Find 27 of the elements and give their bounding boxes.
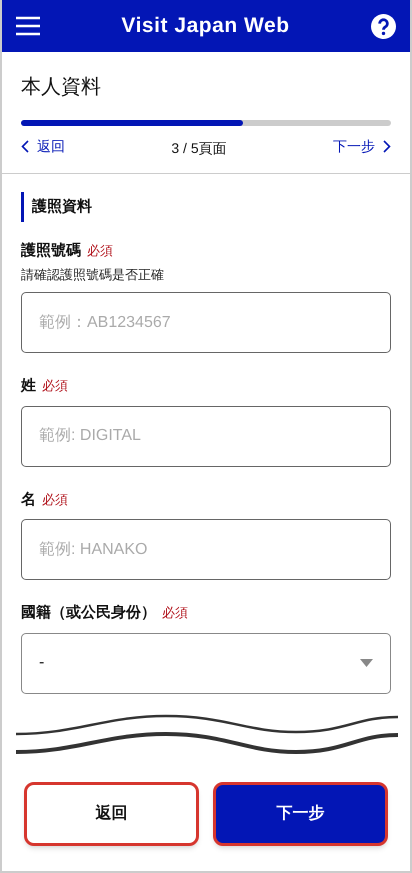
page-indicator: 3 / 5頁面 bbox=[171, 139, 227, 158]
chevron-right-icon bbox=[383, 140, 391, 153]
input-field[interactable]: 範例：AB1234567 bbox=[21, 292, 391, 353]
back-link[interactable]: 返回 bbox=[21, 136, 65, 157]
menu-icon[interactable] bbox=[16, 16, 40, 36]
next-link[interactable]: 下一步 bbox=[333, 136, 391, 157]
back-button[interactable]: 返回 bbox=[24, 782, 199, 846]
section-title: 護照資料 bbox=[32, 196, 92, 217]
select-field[interactable]: - bbox=[21, 632, 391, 694]
section-marker bbox=[21, 192, 24, 222]
field-label: 國籍（或公民身份） bbox=[21, 603, 156, 623]
input-field[interactable]: 範例: DIGITAL bbox=[21, 406, 391, 466]
chevron-left-icon bbox=[21, 140, 29, 153]
required-tag: 必須 bbox=[42, 376, 68, 396]
required-tag: 必須 bbox=[87, 241, 113, 260]
dropdown-caret-icon bbox=[360, 659, 373, 667]
field-label: 姓 bbox=[21, 376, 36, 396]
page-title: 本人資料 bbox=[21, 75, 102, 100]
field-label: 名 bbox=[21, 490, 36, 510]
field-label: 護照號碼 bbox=[21, 241, 81, 261]
help-icon[interactable] bbox=[371, 14, 396, 38]
input-field[interactable]: 範例: HANAKO bbox=[21, 519, 391, 580]
required-tag: 必須 bbox=[42, 490, 68, 509]
app-title: Visit Japan Web bbox=[121, 13, 290, 40]
field-hint: 請確認護照號碼是否正確 bbox=[21, 266, 165, 284]
required-tag: 必須 bbox=[162, 603, 188, 622]
next-button[interactable]: 下一步 bbox=[213, 782, 388, 846]
